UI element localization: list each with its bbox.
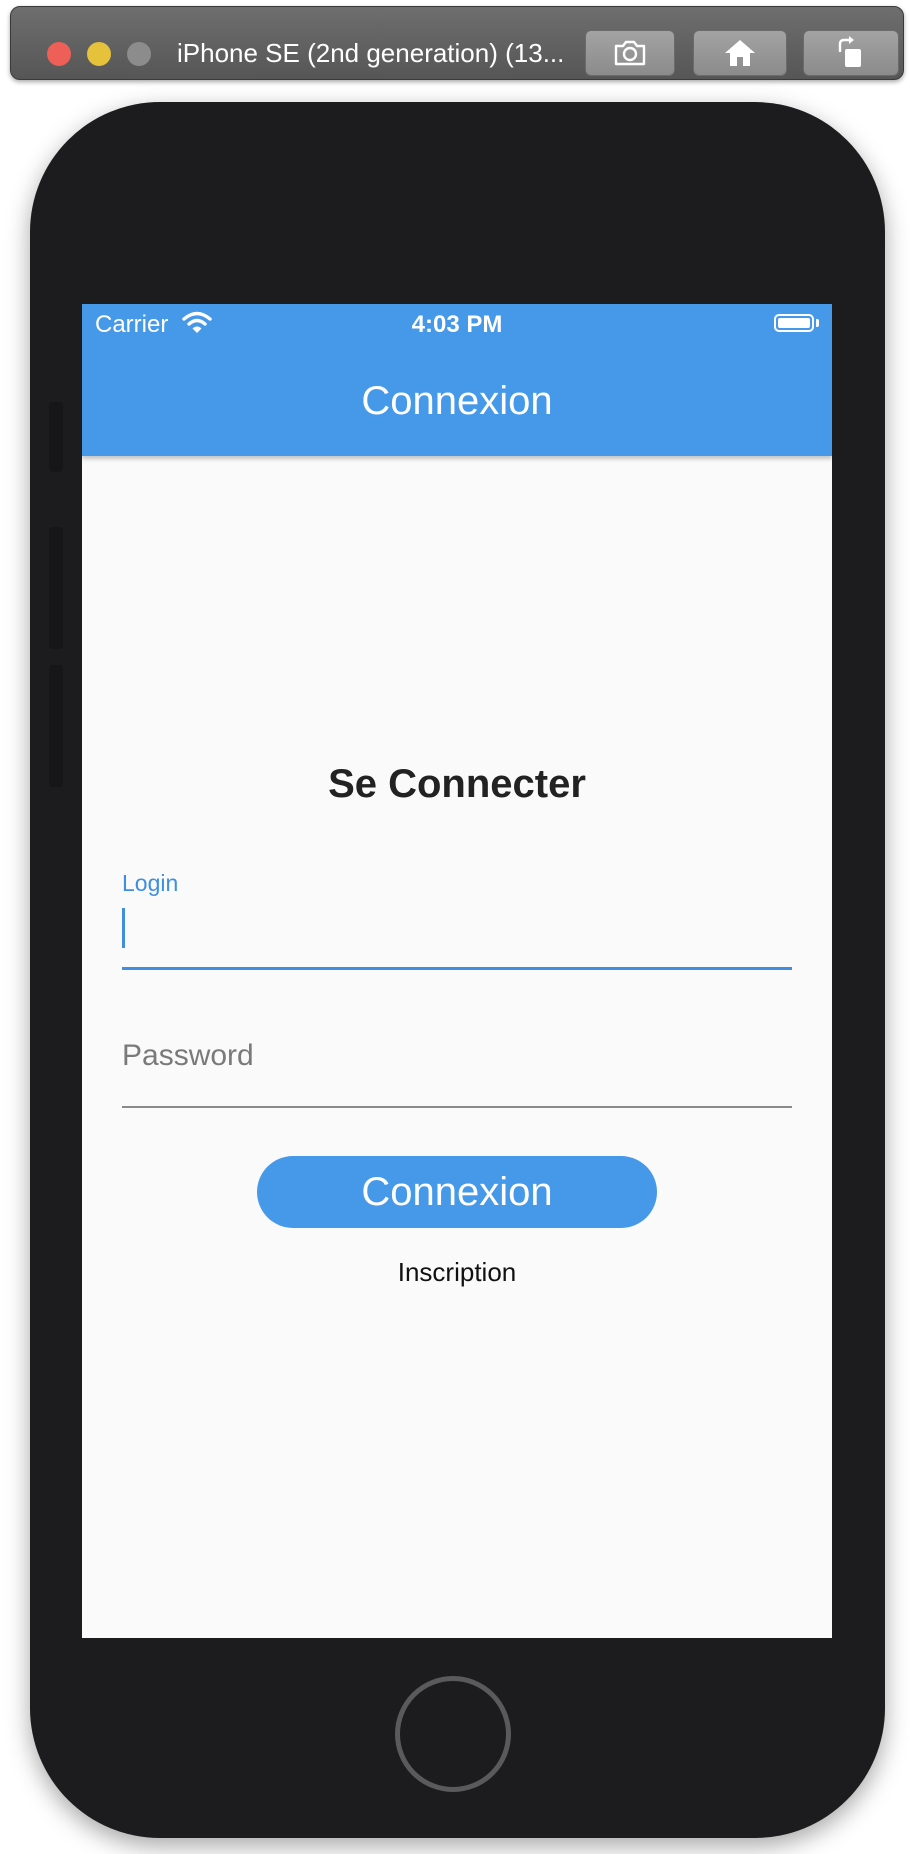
login-input[interactable]	[122, 900, 792, 956]
home-toolbar-button[interactable]	[693, 30, 787, 76]
window-close-button[interactable]	[47, 42, 71, 66]
simulator-title-bar: iPhone SE (2nd generation) (13...	[10, 6, 904, 80]
volume-up-button	[49, 527, 63, 649]
rotate-icon	[838, 36, 861, 67]
mute-switch	[49, 402, 63, 472]
simulator-title: iPhone SE (2nd generation) (13...	[177, 38, 565, 68]
battery-level	[778, 318, 810, 328]
camera-icon	[614, 40, 646, 66]
house-icon	[725, 40, 755, 66]
window-zoom-button[interactable]	[127, 42, 151, 66]
app-screen: Connexion Carrier 4:03 PM Se Connecter L…	[82, 304, 832, 1638]
signup-link[interactable]: Inscription	[357, 1250, 557, 1294]
home-button[interactable]	[395, 1676, 511, 1792]
login-underline	[122, 967, 792, 970]
status-time: 4:03 PM	[411, 311, 503, 338]
battery-full-icon	[774, 314, 814, 332]
login-label: Login	[122, 870, 179, 896]
password-underline	[122, 1106, 792, 1108]
window-minimize-button[interactable]	[87, 42, 111, 66]
app-bar-title: Connexion	[361, 379, 553, 423]
password-field[interactable]	[122, 1020, 792, 1110]
battery-tip	[816, 319, 819, 327]
screenshot-button[interactable]	[585, 30, 675, 76]
rotate-button[interactable]	[803, 30, 899, 76]
password-input[interactable]	[122, 1020, 792, 1092]
status-bar: Carrier 4:03 PM	[82, 304, 832, 344]
form-heading: Se Connecter	[328, 762, 586, 806]
volume-down-button	[49, 665, 63, 787]
login-field[interactable]: Login	[122, 868, 792, 970]
connect-button[interactable]: Connexion	[257, 1156, 657, 1228]
